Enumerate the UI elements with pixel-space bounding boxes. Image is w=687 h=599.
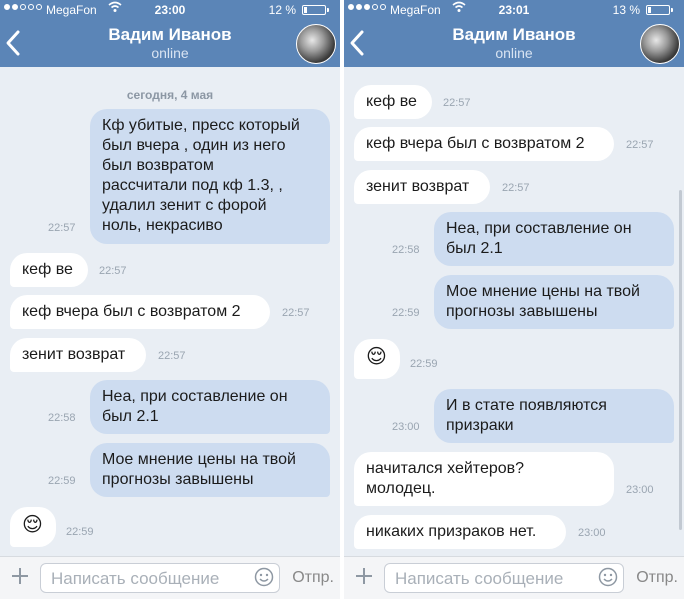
message-bubble-outgoing[interactable]: И в стате появляются призраки [434, 389, 674, 443]
message-time: 22:57 [502, 182, 530, 194]
contact-status: online [151, 45, 189, 61]
message-bubble-outgoing[interactable]: Неа, при составление он был 2.1 [90, 380, 330, 434]
chat-scrollbar[interactable] [679, 190, 682, 530]
smiley-icon[interactable] [254, 567, 274, 587]
status-bar: MegaFon 23:00 12 % [0, 0, 340, 20]
message-time: 22:59 [48, 475, 76, 487]
message-time: 22:57 [282, 307, 310, 319]
message-bubble-incoming[interactable]: никаких призраков нет. [354, 515, 566, 549]
message-bubble-outgoing[interactable]: Неа, при составление он был 2.1 [434, 212, 674, 266]
attach-plus-icon[interactable] [354, 565, 374, 591]
message-bubble-incoming[interactable]: кеф вчера был с возвратом 2 [354, 127, 614, 161]
status-bar: MegaFon 23:01 13 % [344, 0, 684, 20]
smiley-icon[interactable] [598, 567, 618, 587]
chat-screen-1: MegaFon 23:00 12 % Вадим Иванов online с… [0, 0, 340, 599]
avatar[interactable] [296, 24, 336, 64]
message-bubble-incoming[interactable]: зенит возврат [10, 338, 146, 372]
message-time: 22:59 [410, 358, 438, 370]
message-time: 22:57 [99, 265, 127, 277]
battery-icon [302, 5, 329, 15]
message-bubble-incoming[interactable]: зенит возврат [354, 170, 490, 204]
message-composer: Написать сообщение Отпр. [344, 556, 684, 599]
chat-screen-2: MegaFon 23:01 13 % Вадим Иванов online к… [344, 0, 684, 599]
send-button[interactable]: Отпр. [636, 569, 678, 587]
message-bubble-outgoing[interactable]: Мое мнение цены на твой прогнозы завышен… [90, 443, 330, 497]
message-bubble-emoji[interactable]: 😌 [10, 507, 56, 547]
chat-header: MegaFon 23:00 12 % Вадим Иванов online [0, 0, 340, 67]
message-input-placeholder: Написать сообщение [395, 569, 564, 588]
chat-header: MegaFon 23:01 13 % Вадим Иванов online [344, 0, 684, 67]
message-list[interactable]: кеф ве 22:57 кеф вчера был с возвратом 2… [344, 67, 684, 557]
battery-percent: 12 % [268, 3, 296, 17]
message-time: 22:58 [392, 244, 420, 256]
battery-icon [646, 5, 673, 15]
message-bubble-outgoing[interactable]: Мое мнение цены на твой прогнозы завышен… [434, 275, 674, 329]
message-bubble-outgoing[interactable]: Кф убитые, пресс который был вчера , оди… [90, 109, 330, 244]
date-separator: сегодня, 4 мая [126, 88, 214, 102]
attach-plus-icon[interactable] [10, 565, 30, 591]
message-time: 22:57 [626, 139, 654, 151]
message-bubble-incoming[interactable]: кеф ве [354, 85, 432, 119]
message-list[interactable]: сегодня, 4 мая Кф убитые, пресс который … [0, 67, 340, 557]
contact-name[interactable]: Вадим Иванов [0, 25, 340, 45]
battery-percent: 13 % [612, 3, 640, 17]
message-time: 23:00 [578, 527, 606, 539]
message-time: 22:58 [48, 412, 76, 424]
message-composer: Написать сообщение Отпр. [0, 556, 340, 599]
send-button[interactable]: Отпр. [292, 569, 334, 587]
avatar[interactable] [640, 24, 680, 64]
message-bubble-incoming[interactable]: начитался хейтеров? молодец. [354, 452, 614, 506]
message-time: 22:59 [66, 526, 94, 538]
message-bubble-emoji[interactable]: 😌 [354, 339, 400, 379]
message-time: 22:59 [392, 307, 420, 319]
message-input-placeholder: Написать сообщение [51, 569, 220, 588]
message-bubble-incoming[interactable]: кеф вчера был с возвратом 2 [10, 295, 270, 329]
message-time: 22:57 [48, 222, 76, 234]
message-time: 22:57 [443, 97, 471, 109]
contact-name[interactable]: Вадим Иванов [344, 25, 684, 45]
message-time: 23:00 [392, 421, 420, 433]
message-time: 22:57 [158, 350, 186, 362]
contact-status: online [495, 45, 533, 61]
message-bubble-incoming[interactable]: кеф ве [10, 253, 88, 287]
message-input[interactable]: Написать сообщение [384, 563, 624, 593]
message-input[interactable]: Написать сообщение [40, 563, 280, 593]
message-time: 23:00 [626, 484, 654, 496]
